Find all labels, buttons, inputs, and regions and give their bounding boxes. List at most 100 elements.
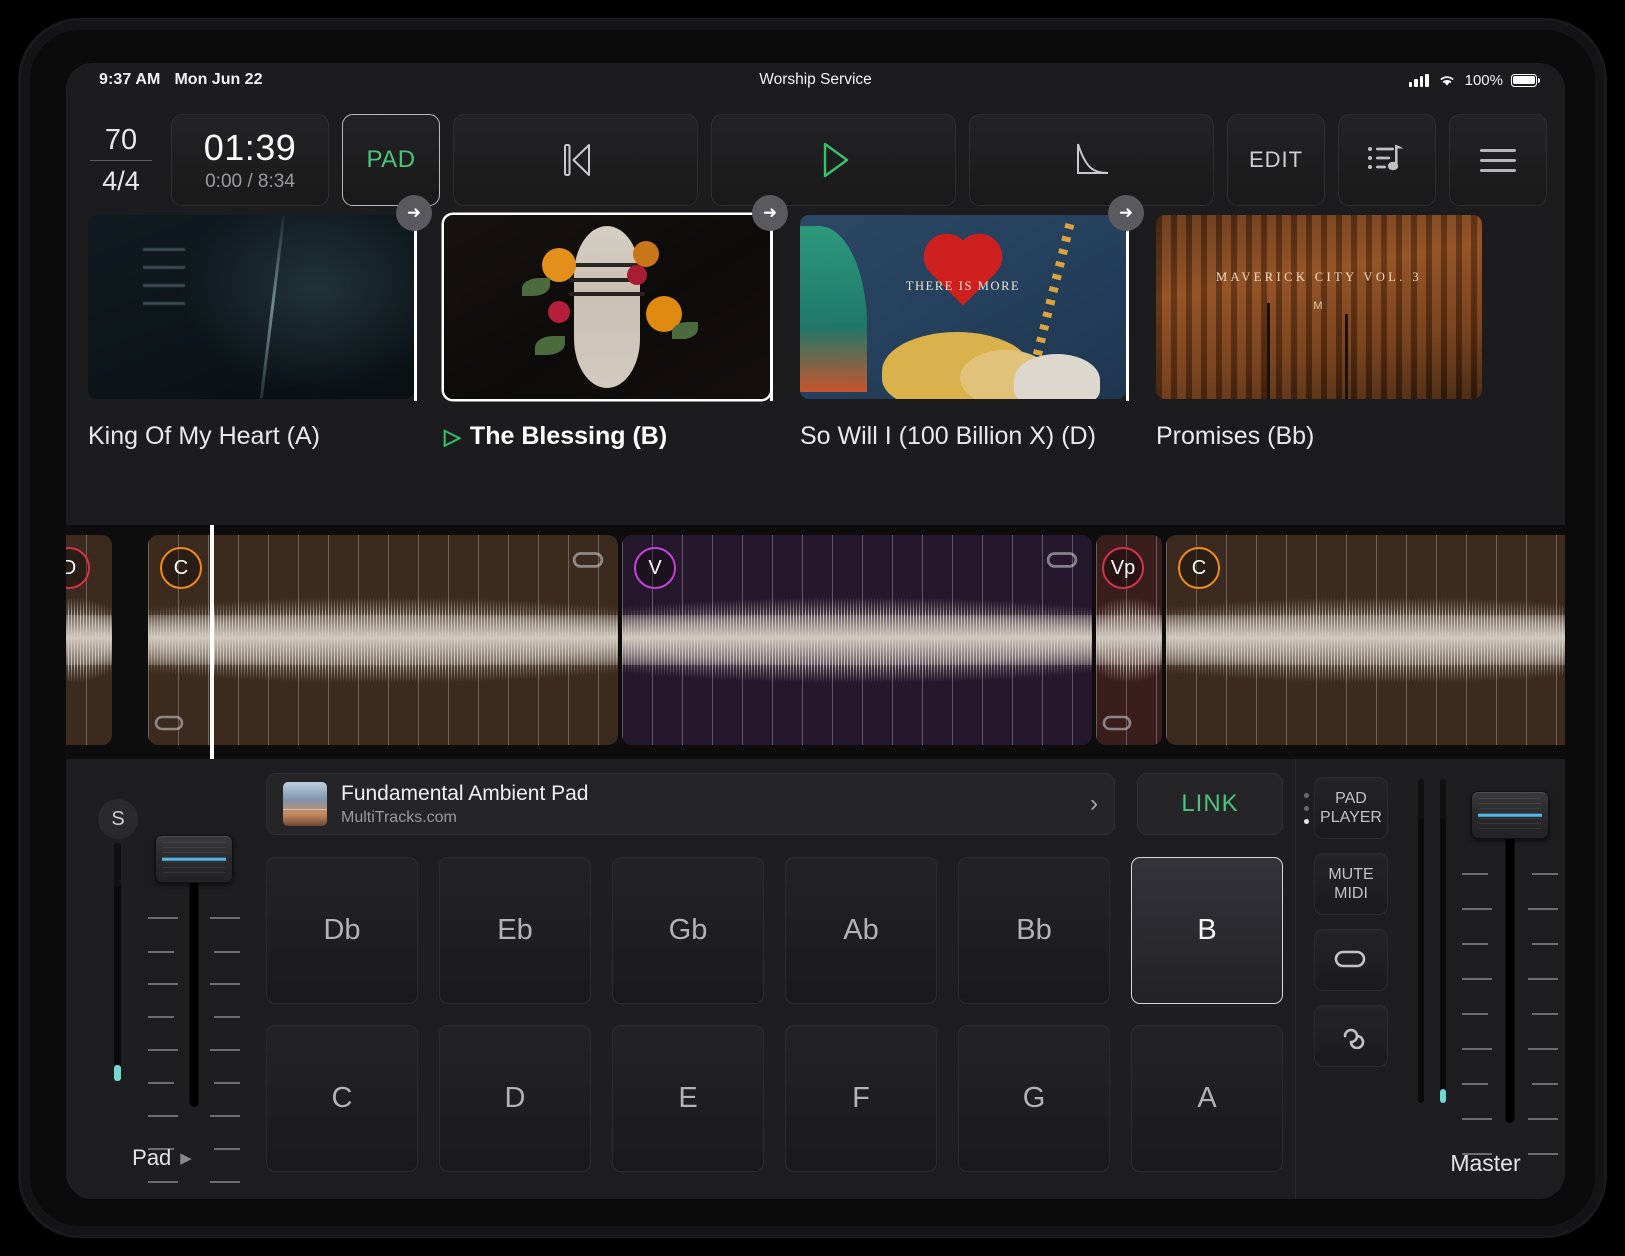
key-label: D <box>505 1082 526 1115</box>
fade-out-button[interactable] <box>969 114 1214 206</box>
fader-cap[interactable] <box>1471 791 1549 839</box>
song-card-1[interactable]: ➜ <box>444 215 770 451</box>
play-button[interactable] <box>711 114 956 206</box>
song-card-2[interactable]: ➜ THERE IS MORE So Will I (100 Billion X… <box>800 215 1126 451</box>
rail-button-column: PAD PLAYER MUTE MIDI <box>1296 759 1406 1199</box>
pad-toggle-button[interactable]: PAD <box>342 114 440 206</box>
album-art <box>444 215 770 399</box>
section-arrow-handle-1[interactable]: ➜ <box>752 195 788 231</box>
loop-icon[interactable] <box>572 549 604 573</box>
mute-midi-button[interactable]: MUTE MIDI <box>1314 853 1388 915</box>
edit-button[interactable]: EDIT <box>1227 114 1325 206</box>
link-label: LINK <box>1181 790 1238 818</box>
key-pad-a[interactable]: A <box>1131 1025 1283 1172</box>
meter-peak <box>1418 779 1424 819</box>
key-pad-gb[interactable]: Gb <box>612 857 764 1004</box>
app-screen: 9:37 AM Mon Jun 22 Worship Service 100% … <box>66 63 1565 1199</box>
song-carousel: King Of My Heart (A) ➜ <box>66 215 1565 525</box>
waveform-segment[interactable]: Vp <box>1096 535 1162 745</box>
key-pad-d[interactable]: D <box>439 1025 591 1172</box>
song-title: King Of My Heart (A) <box>88 422 414 451</box>
chevron-right-icon: › <box>1090 790 1098 818</box>
loop-icon[interactable] <box>154 713 184 735</box>
section-badge[interactable]: Vp <box>1102 547 1144 589</box>
loop-icon[interactable] <box>1102 713 1132 735</box>
art-skeleton <box>574 226 640 388</box>
preset-title: Fundamental Ambient Pad <box>341 781 1076 807</box>
fader-cap[interactable] <box>155 835 233 883</box>
waveform-segment[interactable]: D <box>66 535 112 745</box>
song-card-0[interactable]: King Of My Heart (A) <box>88 215 414 451</box>
key-pad-ab[interactable]: Ab <box>785 857 937 1004</box>
playhead[interactable] <box>210 525 214 759</box>
master-level-meter-left <box>1418 779 1424 1103</box>
key-pad-b[interactable]: B <box>1131 857 1283 1004</box>
waveform-segment[interactable]: C <box>148 535 618 745</box>
album-art: MAVERICK CITY VOL. 3 M <box>1156 215 1482 399</box>
song-title-text: So Will I (100 Billion X) (D) <box>800 422 1096 451</box>
master-volume-fader[interactable] <box>1458 777 1562 1123</box>
fader-grip <box>163 842 225 876</box>
song-title-text: The Blessing (B) <box>470 422 667 451</box>
key-pad-bb[interactable]: Bb <box>958 857 1110 1004</box>
key-label: F <box>852 1082 870 1115</box>
time-display[interactable]: 01:39 0:00 / 8:34 <box>171 114 329 206</box>
section-badge[interactable]: V <box>634 547 676 589</box>
key-pad-db[interactable]: Db <box>266 857 418 1004</box>
now-playing-icon: ▷ <box>444 426 461 448</box>
menu-button[interactable] <box>1449 114 1547 206</box>
section-arrow-handle-0[interactable]: ➜ <box>396 195 432 231</box>
key-label: B <box>1197 914 1216 947</box>
battery-percent: 100% <box>1465 72 1503 89</box>
waveform-segment[interactable]: V <box>622 535 1092 745</box>
pad-player-button[interactable]: PAD PLAYER <box>1314 777 1388 839</box>
section-arrow-handle-2[interactable]: ➜ <box>1108 195 1144 231</box>
key-pad-eb[interactable]: Eb <box>439 857 591 1004</box>
mute-midi-line1: MUTE <box>1328 865 1373 884</box>
key-pad-e[interactable]: E <box>612 1025 764 1172</box>
song-card-3[interactable]: ➜ MAVERICK CITY VOL. 3 M Promises (Bb) <box>1156 215 1482 451</box>
page-dots[interactable] <box>1304 793 1309 824</box>
album-art-text: THERE IS MORE <box>906 279 1021 294</box>
section-badge[interactable]: C <box>1178 547 1220 589</box>
album-art: THERE IS MORE <box>800 215 1126 399</box>
fade-out-icon <box>1070 139 1114 181</box>
setlist-button[interactable] <box>1338 114 1436 206</box>
key-label: Eb <box>497 914 532 947</box>
key-pad-g[interactable]: G <box>958 1025 1110 1172</box>
pad-preset-selector[interactable]: Fundamental Ambient Pad MultiTracks.com … <box>266 773 1115 835</box>
song-seam-0 <box>414 213 417 401</box>
waveform-body <box>1166 615 1565 665</box>
status-bar: 9:37 AM Mon Jun 22 Worship Service 100% <box>66 63 1565 97</box>
art-peacock <box>800 226 867 392</box>
waveform-segment[interactable]: C <box>1166 535 1565 745</box>
art-leaf <box>535 336 565 355</box>
master-channel-strip: Master <box>1406 759 1565 1199</box>
pad-channel-label[interactable]: Pad ▶ <box>66 1145 258 1171</box>
meter-fill <box>114 1065 121 1081</box>
link-button[interactable]: LINK <box>1137 773 1283 835</box>
song-title-text: Promises (Bb) <box>1156 422 1314 451</box>
cellular-signal-icon <box>1409 74 1429 87</box>
waveform-timeline[interactable]: D C V <box>66 525 1565 759</box>
key-pad-c[interactable]: C <box>266 1025 418 1172</box>
solo-button[interactable]: S <box>98 799 138 839</box>
edit-label: EDIT <box>1249 147 1303 173</box>
loop-icon[interactable] <box>1046 549 1078 573</box>
infinity-loop-button[interactable] <box>1314 1005 1388 1067</box>
tempo-display[interactable]: 70 4/4 <box>84 123 158 198</box>
status-bar-right: 100% <box>1409 72 1537 89</box>
key-pad-grid: Db Eb Gb Ab Bb B C D E F G A <box>266 857 1283 1172</box>
loop-button[interactable] <box>1314 929 1388 991</box>
pad-volume-fader[interactable] <box>144 821 244 1107</box>
section-badge[interactable]: C <box>160 547 202 589</box>
waveform-body <box>66 615 112 665</box>
rewind-button[interactable] <box>453 114 698 206</box>
art-monogram: M <box>1313 300 1324 312</box>
art-streak <box>259 216 284 399</box>
song-title: So Will I (100 Billion X) (D) <box>800 422 1126 451</box>
key-pad-f[interactable]: F <box>785 1025 937 1172</box>
song-title: ▷ The Blessing (B) <box>444 422 770 451</box>
song-title-text: King Of My Heart (A) <box>88 422 320 451</box>
key-label: E <box>678 1082 697 1115</box>
